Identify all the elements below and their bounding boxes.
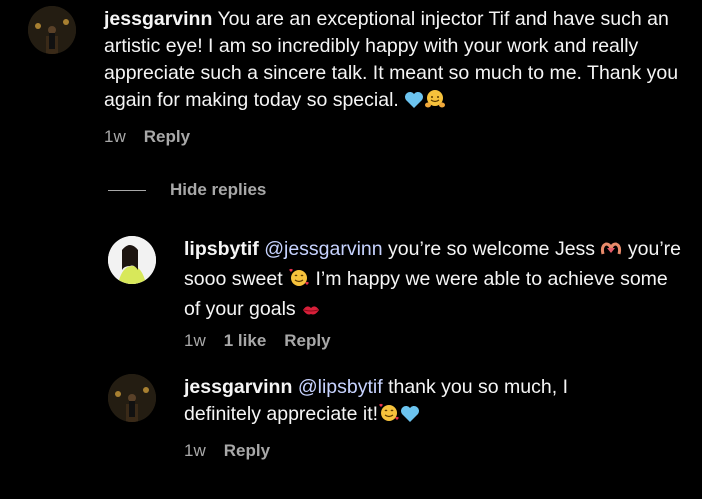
comment-meta: 1w Reply bbox=[104, 127, 190, 147]
hugging-face-icon bbox=[424, 89, 446, 117]
avatar[interactable] bbox=[108, 236, 156, 284]
kiss-mark-icon bbox=[301, 299, 321, 326]
reply-button[interactable]: Reply bbox=[284, 331, 330, 351]
avatar[interactable] bbox=[28, 6, 76, 54]
reply-time: 1w bbox=[184, 441, 206, 460]
reply-mention[interactable]: @jessgarvinn bbox=[264, 238, 382, 260]
reply-text: lipsbytif @jessgarvinn you’re so welcome… bbox=[184, 236, 684, 326]
reply-meta: 1w Reply bbox=[184, 441, 270, 461]
reply-button[interactable]: Reply bbox=[144, 127, 190, 147]
blue-heart-icon bbox=[404, 90, 424, 117]
comment-username[interactable]: jessgarvinn bbox=[104, 8, 212, 30]
reply-button[interactable]: Reply bbox=[224, 441, 270, 461]
hide-replies-label: Hide replies bbox=[170, 180, 267, 199]
comment-text: jessgarvinn You are an exceptional injec… bbox=[104, 6, 694, 117]
reply-time: 1w bbox=[184, 331, 206, 350]
blue-heart-icon bbox=[400, 404, 420, 431]
reply-username[interactable]: jessgarvinn bbox=[184, 376, 292, 398]
heart-hands-icon bbox=[600, 239, 622, 266]
divider bbox=[108, 189, 146, 191]
smiling-face-with-hearts-icon bbox=[378, 403, 400, 431]
reply-text: jessgarvinn @lipsbytif thank you so much… bbox=[184, 374, 624, 431]
smiling-face-with-hearts-icon bbox=[288, 268, 310, 296]
reply-username[interactable]: lipsbytif bbox=[184, 238, 259, 260]
reply-meta: 1w 1 like Reply bbox=[184, 331, 331, 351]
likes-count[interactable]: 1 like bbox=[224, 331, 267, 351]
comment-time: 1w bbox=[104, 127, 126, 146]
avatar[interactable] bbox=[108, 374, 156, 422]
hide-replies-button[interactable]: Hide replies bbox=[108, 180, 266, 200]
reply-body-part: you’re so welcome Jess bbox=[388, 238, 596, 260]
reply-mention[interactable]: @lipsbytif bbox=[298, 376, 383, 398]
